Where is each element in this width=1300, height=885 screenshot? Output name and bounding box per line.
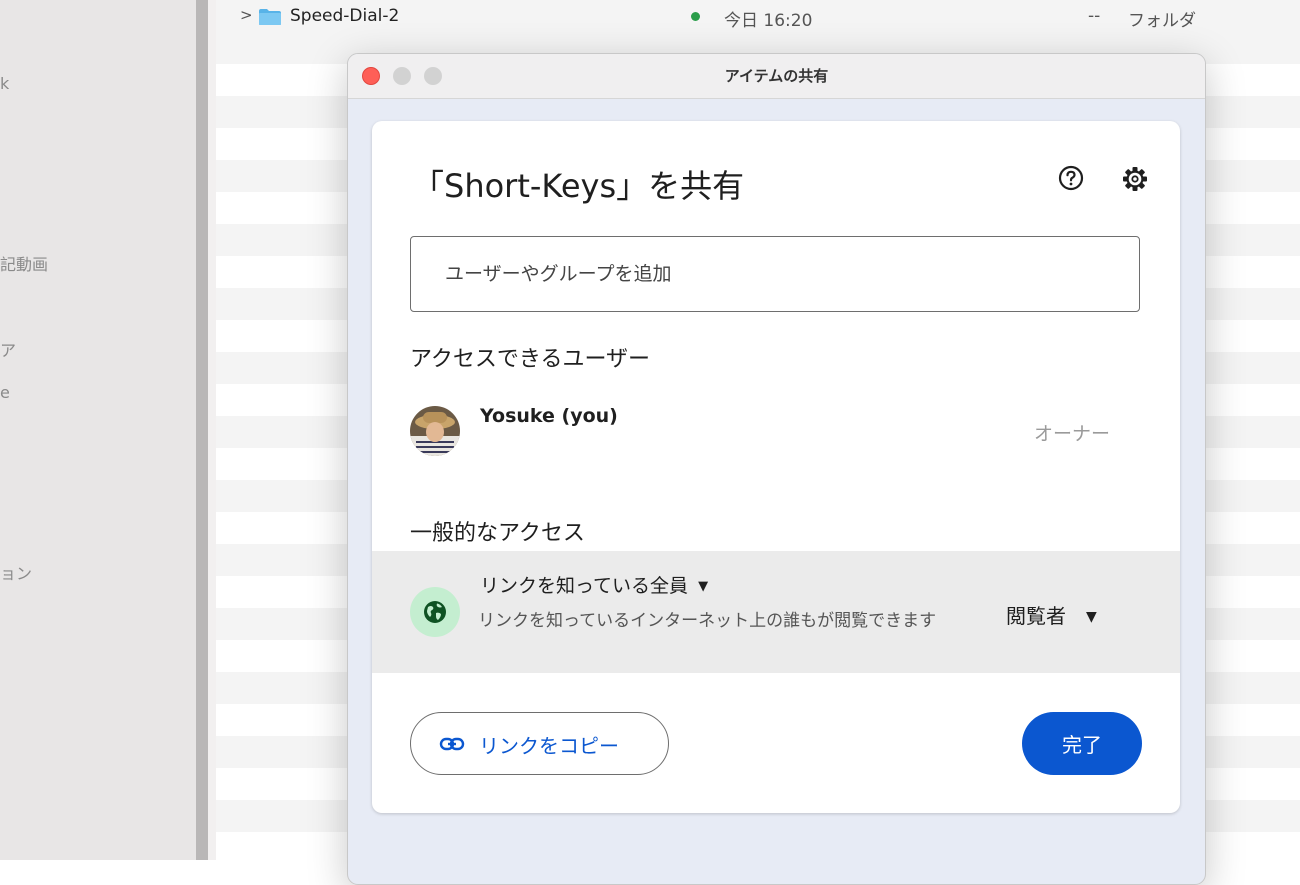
general-access-heading: 一般的なアクセス xyxy=(410,521,585,546)
access-scope-dropdown[interactable]: リンクを知っている全員 ▼ xyxy=(480,571,708,598)
role-label: 閲覧者 xyxy=(1006,604,1066,628)
people-heading: アクセスできるユーザー xyxy=(410,347,651,372)
caret-down-icon: ▼ xyxy=(698,579,709,594)
sidebar-item[interactable]: 記動画 xyxy=(0,251,48,275)
share-title: 「Short-Keys」を共有 xyxy=(412,167,745,205)
help-icon[interactable] xyxy=(1058,165,1084,191)
done-button[interactable]: 完了 xyxy=(1022,712,1142,775)
window-title: アイテムの共有 xyxy=(724,67,829,85)
add-people-input[interactable] xyxy=(410,236,1140,312)
share-window: アイテムの共有 「Short-Keys」を共有 ユーザーやグループを追加 アクセ… xyxy=(347,53,1206,885)
globe-icon xyxy=(410,587,460,637)
file-name: Speed-Dial-2 xyxy=(290,6,400,26)
sidebar-item[interactable]: ア xyxy=(0,337,16,361)
role-dropdown[interactable]: 閲覧者 ▼ xyxy=(1006,600,1097,629)
access-scope-description: リンクを知っているインターネット上の誰もが閲覧できます xyxy=(478,611,937,631)
table-row[interactable]: > Speed-Dial-2 今日 16:20 -- フォルダ xyxy=(216,0,1300,34)
sidebar-gap xyxy=(208,0,216,860)
file-size: -- xyxy=(1088,6,1101,26)
window-titlebar[interactable]: アイテムの共有 xyxy=(348,54,1205,99)
user-name: Yosuke (you) xyxy=(480,405,618,427)
avatar xyxy=(410,406,460,456)
access-scope-label: リンクを知っている全員 xyxy=(480,575,689,597)
link-icon xyxy=(439,737,465,751)
finder-sidebar: k 記動画 ア e ョン xyxy=(0,0,196,860)
file-kind: フォルダ xyxy=(1128,11,1196,31)
general-access-row: リンクを知っている全員 ▼ リンクを知っているインターネット上の誰もが閲覧できます… xyxy=(372,551,1180,673)
caret-down-icon: ▼ xyxy=(1086,609,1097,625)
gear-icon[interactable] xyxy=(1121,165,1149,193)
copy-link-button[interactable]: リンクをコピー xyxy=(410,712,669,775)
file-date: 今日 16:20 xyxy=(724,11,813,31)
sidebar-item[interactable]: ョン xyxy=(0,560,32,584)
copy-link-label: リンクをコピー xyxy=(479,734,619,758)
folder-icon xyxy=(259,9,281,25)
chevron-right-icon[interactable]: > xyxy=(240,6,253,24)
user-role: オーナー xyxy=(1034,423,1111,445)
sync-status-icon xyxy=(691,12,700,21)
sidebar-divider[interactable] xyxy=(196,0,208,860)
sidebar-item[interactable]: e xyxy=(0,383,10,402)
sidebar-item[interactable]: k xyxy=(0,74,9,93)
share-card: 「Short-Keys」を共有 アクセスできるユーザー xyxy=(372,121,1180,813)
